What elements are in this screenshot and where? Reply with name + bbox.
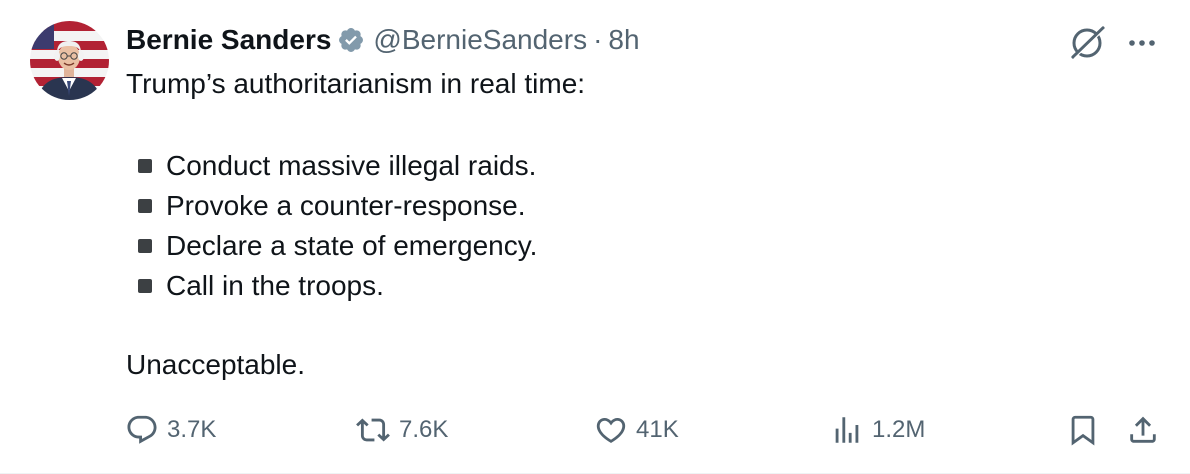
tweet[interactable]: Bernie Sanders @BernieSanders · 8h Trump…: [0, 0, 1190, 474]
list-item-text: Conduct massive illegal raids.: [166, 150, 537, 181]
verified-badge-icon[interactable]: [337, 26, 365, 54]
action-bar: 3.7K 7.6K 41K 1.2M: [0, 410, 1190, 450]
share-button[interactable]: [1126, 410, 1160, 450]
repost-button[interactable]: 7.6K: [355, 410, 448, 450]
bullet-square-icon: [138, 239, 152, 253]
like-button[interactable]: 41K: [594, 410, 679, 450]
avatar[interactable]: [30, 21, 109, 100]
header-separator: ·: [593, 24, 603, 55]
display-name[interactable]: Bernie Sanders: [126, 24, 331, 56]
tweet-header: Bernie Sanders @BernieSanders · 8h: [126, 22, 640, 58]
list-item: Conduct massive illegal raids.: [138, 146, 537, 186]
more-icon[interactable]: [1124, 28, 1160, 58]
heart-icon: [596, 417, 626, 443]
author-handle[interactable]: @BernieSanders: [373, 24, 587, 56]
list-item-text: Provoke a counter-response.: [166, 190, 526, 221]
list-item-text: Declare a state of emergency.: [166, 230, 538, 261]
repost-icon: [356, 418, 390, 442]
bookmark-icon: [1071, 415, 1095, 446]
views-count: 1.2M: [872, 416, 926, 443]
list-item: Provoke a counter-response.: [138, 186, 537, 226]
tweet-intro: Trump’s authoritarianism in real time:: [126, 68, 586, 99]
list-item-text: Call in the troops.: [166, 270, 384, 301]
reply-icon: [127, 415, 157, 444]
reply-count: 3.7K: [167, 416, 217, 443]
list-item: Call in the troops.: [138, 266, 537, 306]
grok-icon[interactable]: [1067, 24, 1109, 60]
avatar-image: [30, 21, 109, 100]
repost-count: 7.6K: [399, 416, 449, 443]
tweet-bullet-list: Conduct massive illegal raids. Provoke a…: [138, 146, 537, 306]
views-button[interactable]: 1.2M: [830, 410, 925, 450]
bullet-square-icon: [138, 279, 152, 293]
list-item: Declare a state of emergency.: [138, 226, 537, 266]
bullet-square-icon: [138, 199, 152, 213]
views-icon: [835, 417, 859, 443]
share-icon: [1130, 416, 1156, 443]
tweet-closing: Unacceptable.: [126, 349, 306, 380]
post-time[interactable]: 8h: [608, 24, 639, 56]
bookmark-button[interactable]: [1066, 410, 1100, 450]
like-count: 41K: [636, 416, 679, 443]
reply-button[interactable]: 3.7K: [125, 410, 216, 450]
bullet-square-icon: [138, 159, 152, 173]
